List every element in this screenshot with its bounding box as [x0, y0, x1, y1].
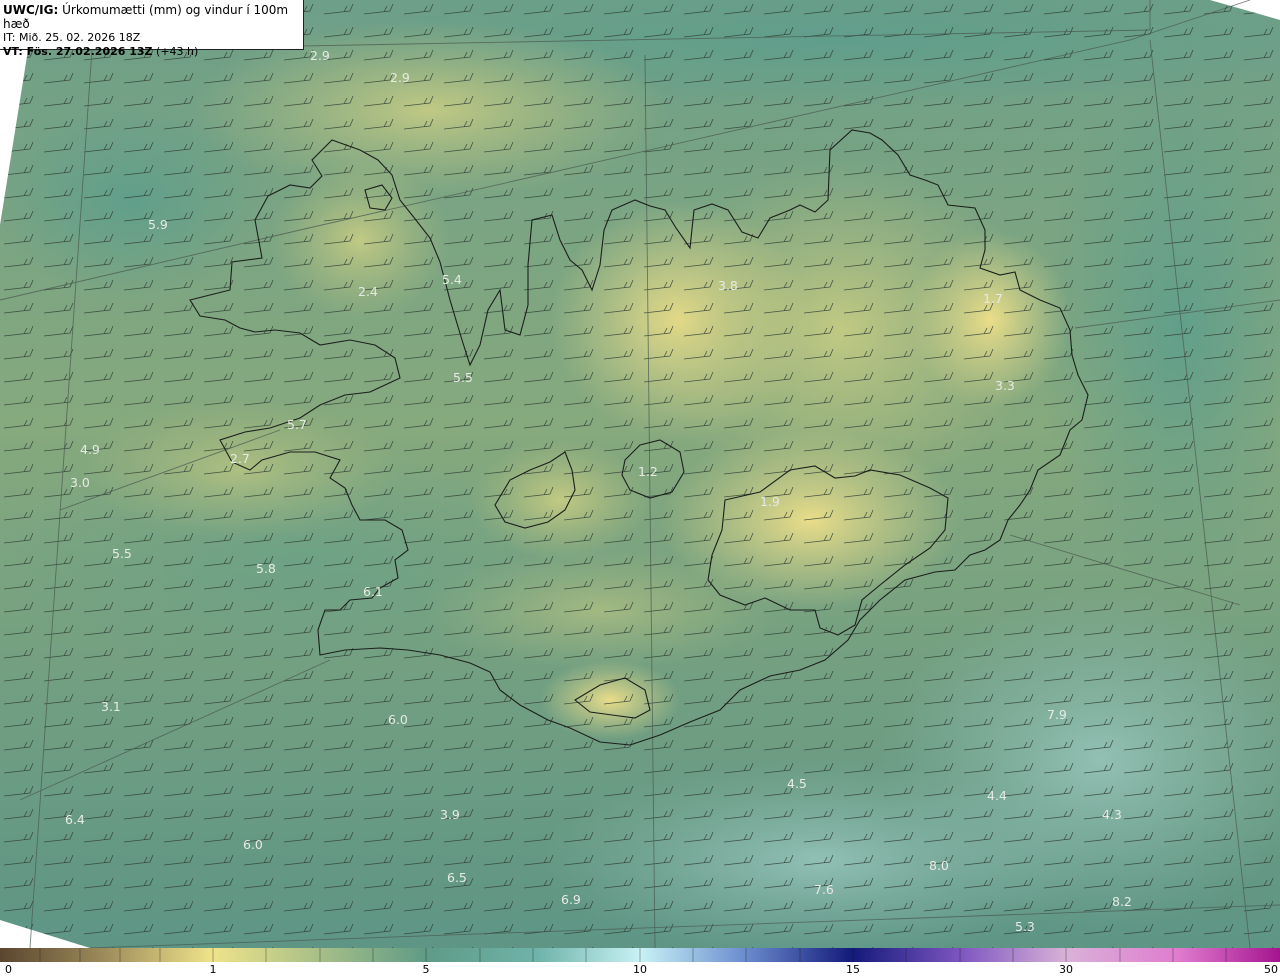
valid-time-lead: (+43 h) [152, 45, 199, 58]
value-label: 7.9 [1047, 707, 1067, 722]
value-label: 3.8 [718, 278, 738, 293]
value-label: 4.5 [787, 776, 807, 791]
value-label: 3.0 [70, 475, 90, 490]
value-label: 5.5 [453, 370, 473, 385]
init-time: IT: Mið. 25. 02. 2026 18Z [3, 31, 141, 44]
value-label: 1.7 [983, 291, 1003, 306]
colorbar-tick-label: 30 [1059, 963, 1073, 976]
value-label: 5.9 [148, 217, 168, 232]
value-label: 3.1 [101, 699, 121, 714]
value-label: 4.4 [987, 788, 1007, 803]
value-label: 3.9 [440, 807, 460, 822]
value-label: 6.0 [243, 837, 263, 852]
value-label: 6.5 [447, 870, 467, 885]
colorbar-tick-label: 10 [633, 963, 647, 976]
value-label: 7.6 [814, 882, 834, 897]
colorbar-tick-label: 5 [422, 963, 430, 976]
value-label: 1.9 [760, 494, 780, 509]
precipitation-wind-map: 2.9 2.9 5.9 2.4 5.4 3.8 1.7 5.5 3.3 5.7 … [0, 0, 1280, 948]
value-label: 2.9 [390, 70, 410, 85]
value-label: 6.0 [388, 712, 408, 727]
value-label: 5.7 [287, 417, 307, 432]
value-label: 2.7 [230, 451, 250, 466]
precipitation-colorbar [0, 948, 1280, 962]
value-label: 8.2 [1112, 894, 1132, 909]
colorbar-tick-label: 0 [5, 963, 12, 976]
value-label: 4.9 [80, 442, 100, 457]
value-label: 6.9 [561, 892, 581, 907]
value-label: 1.2 [638, 464, 658, 479]
value-label: 8.0 [929, 858, 949, 873]
map-title: UWC/IG: Úrkomumætti (mm) og vindur í 100… [3, 3, 300, 31]
colorbar-tick-label: 50 [1264, 963, 1278, 976]
value-label: 5.8 [256, 561, 276, 576]
value-label: 6.1 [363, 584, 383, 599]
value-label: 5.4 [442, 272, 462, 287]
valid-time-date: VT: Fös. 27.02.2026 13Z [3, 45, 153, 58]
map-title-box: UWC/IG: Úrkomumætti (mm) og vindur í 100… [0, 0, 304, 58]
value-label: 2.9 [310, 48, 330, 63]
colorbar-tick-label: 1 [209, 963, 217, 976]
valid-time: VT: Fös. 27.02.2026 13Z (+43 h) [3, 45, 300, 59]
value-label: 5.5 [112, 546, 132, 561]
colorbar-tick-label: 15 [846, 963, 860, 976]
value-label: 4.3 [1102, 807, 1122, 822]
value-label: 5.3 [1015, 919, 1035, 934]
value-label: 3.3 [995, 378, 1015, 393]
model-name: UWC/IG: [3, 3, 59, 17]
value-label: 2.4 [358, 284, 378, 299]
value-label: 6.4 [65, 812, 85, 827]
